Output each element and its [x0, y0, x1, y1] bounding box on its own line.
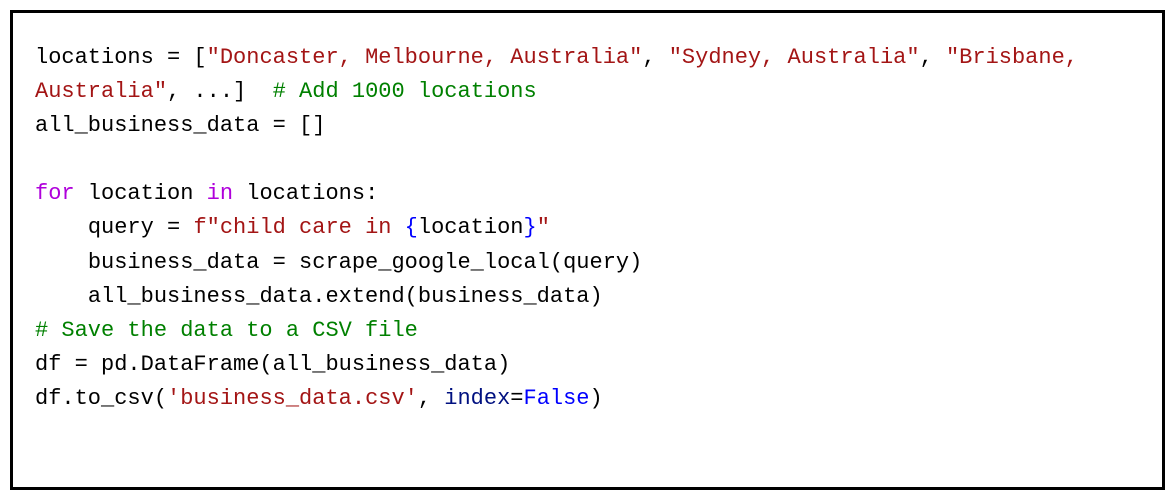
- code-token: locations:: [233, 181, 378, 206]
- code-block: locations = ["Doncaster, Melbourne, Aust…: [10, 10, 1165, 490]
- code-token: all_business_data.extend(business_data): [35, 284, 603, 309]
- code-token: business_data = scrape_google_local(quer…: [35, 250, 642, 275]
- code-token: df.to_csv(: [35, 386, 167, 411]
- code-token: all_business_data = []: [35, 113, 325, 138]
- code-token: query =: [35, 215, 193, 240]
- code-token: False: [524, 386, 590, 411]
- code-token: locations = [: [35, 45, 207, 70]
- code-token: {: [405, 215, 418, 240]
- code-token: index: [444, 386, 510, 411]
- code-token: location: [418, 215, 524, 240]
- code-content: locations = ["Doncaster, Melbourne, Aust…: [35, 41, 1140, 416]
- code-token: =: [510, 386, 523, 411]
- code-token: # Add 1000 locations: [273, 79, 537, 104]
- code-token: df = pd.DataFrame(all_business_data): [35, 352, 510, 377]
- code-token: location: [75, 181, 207, 206]
- code-token: 'business_data.csv': [167, 386, 418, 411]
- code-token: ,: [920, 45, 946, 70]
- code-token: in: [207, 181, 233, 206]
- code-token: }: [524, 215, 537, 240]
- code-token: f"child care in: [193, 215, 404, 240]
- code-token: "Doncaster, Melbourne, Australia": [207, 45, 643, 70]
- code-token: # Save the data to a CSV file: [35, 318, 418, 343]
- code-token: ): [590, 386, 603, 411]
- code-token: ,: [418, 386, 444, 411]
- code-token: ": [537, 215, 550, 240]
- code-token: for: [35, 181, 75, 206]
- code-token: , ...]: [167, 79, 273, 104]
- code-token: ,: [642, 45, 668, 70]
- code-token: "Sydney, Australia": [669, 45, 920, 70]
